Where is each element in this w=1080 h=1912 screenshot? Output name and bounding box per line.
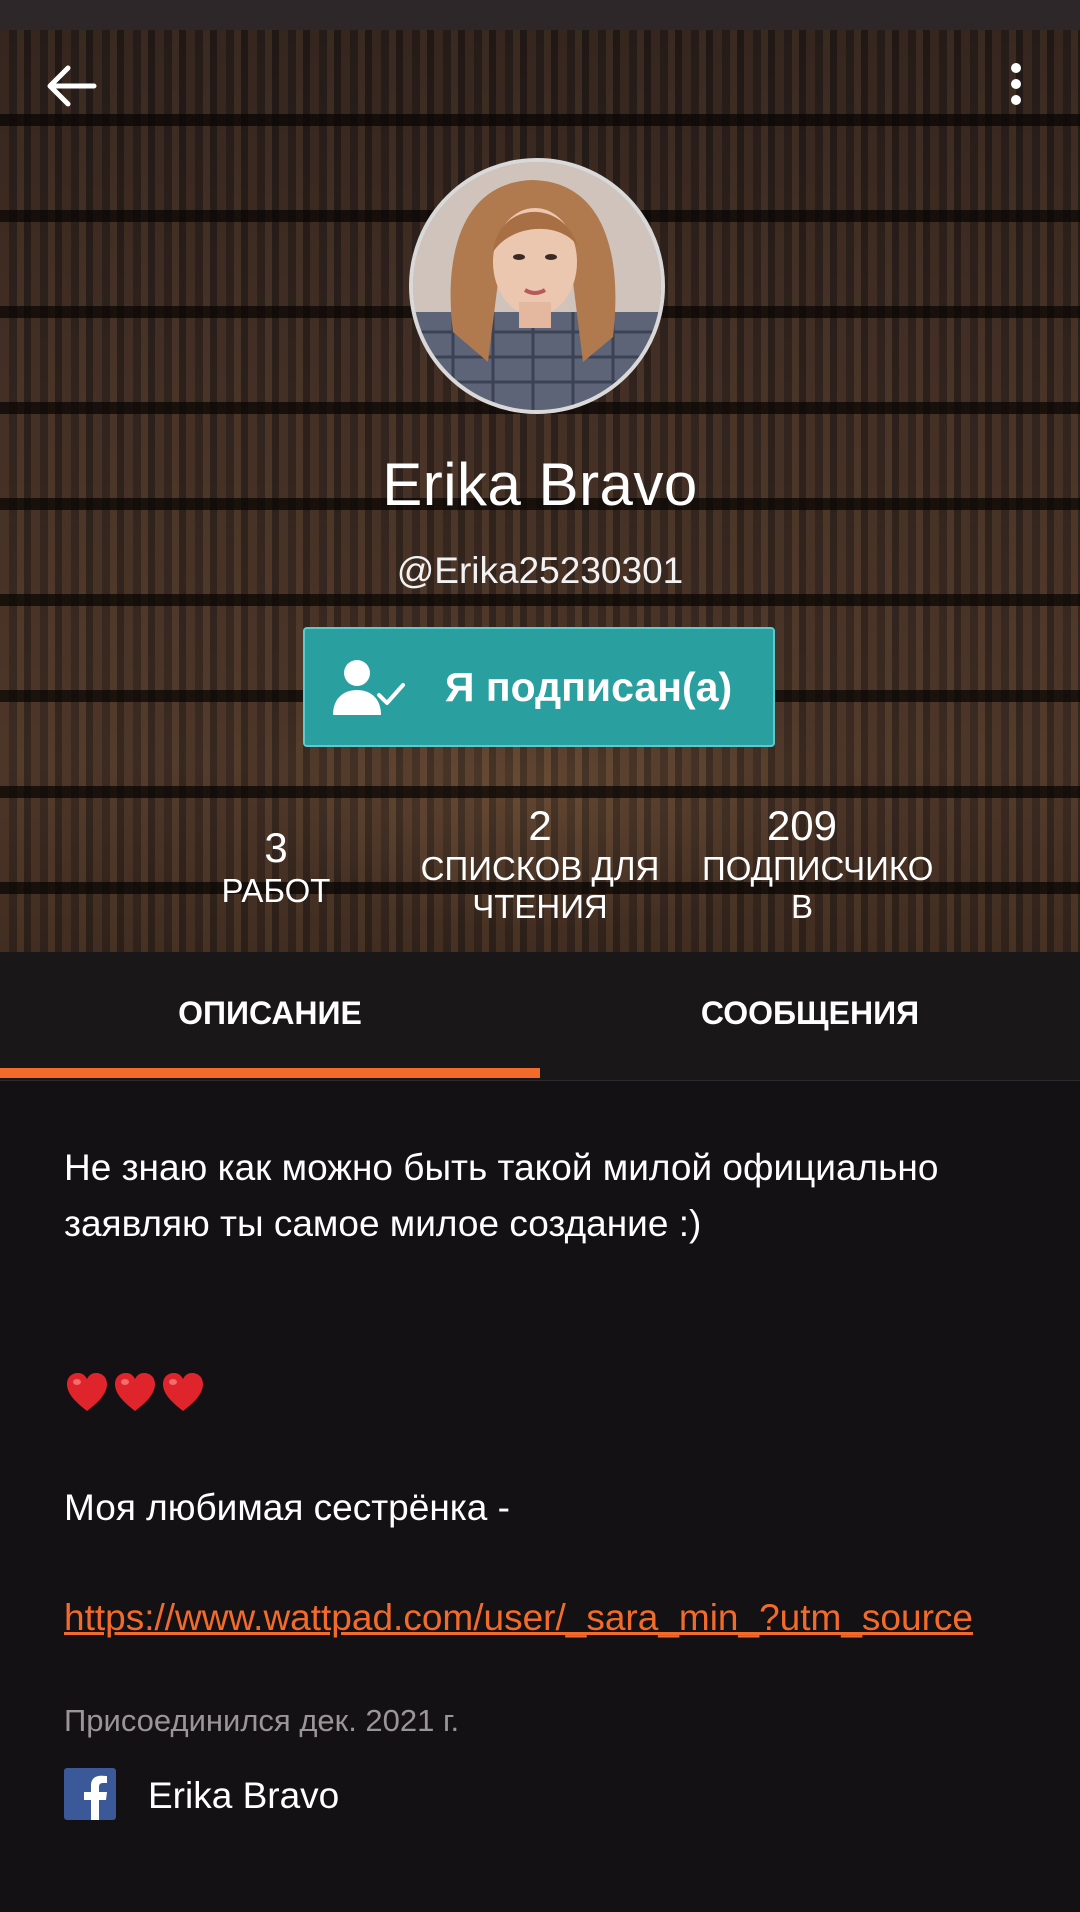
stat-label: ПОДПИСЧИКО В [702, 850, 934, 925]
user-check-icon [333, 660, 405, 715]
stat-value: 209 [766, 802, 838, 849]
stat-label: РАБОТ [221, 872, 331, 909]
profile-description: Не знаю как можно быть такой милой офици… [64, 1147, 939, 1244]
heart-icon [67, 1373, 107, 1411]
sister-text: Моя любимая сестрёнка - [64, 1487, 510, 1528]
stat-followers[interactable]: 209 ПОДПИСЧИКО В [682, 802, 934, 926]
stat-value: 2 [528, 802, 552, 849]
stat-works[interactable]: 3 РАБОТ [156, 802, 396, 910]
about-section: Не знаю как можно быть такой милой офици… [64, 1140, 1024, 1252]
back-button[interactable] [32, 46, 112, 126]
tab-messages[interactable]: СООБЩЕНИЯ [540, 952, 1080, 1074]
active-tab-indicator [0, 1068, 540, 1078]
status-bar [0, 0, 1080, 30]
stat-label: СПИСКОВ ДЛЯ ЧТЕНИЯ [420, 850, 660, 925]
stat-reading-lists[interactable]: 2 СПИСКОВ ДЛЯ ЧТЕНИЯ [420, 802, 660, 926]
more-options-button[interactable] [978, 46, 1058, 126]
arrow-left-icon [47, 65, 97, 107]
facebook-icon[interactable] [64, 1768, 116, 1820]
tab-description[interactable]: ОПИСАНИЕ [0, 952, 540, 1074]
more-vertical-icon [1011, 63, 1021, 105]
avatar[interactable] [409, 158, 665, 414]
joined-date: Присоединился дек. 2021 г. [64, 1703, 460, 1738]
following-button-label: Я подписан(а) [445, 664, 733, 710]
profile-handle: @Erika25230301 [396, 550, 684, 591]
profile-header: Erika Bravo @Erika25230301 Я подписан(а)… [0, 30, 1080, 952]
stat-value: 3 [264, 824, 288, 871]
heart-icon [163, 1373, 203, 1411]
avatar-photo [413, 162, 661, 410]
profile-tabs: ОПИСАНИЕ СООБЩЕНИЯ [0, 952, 1080, 1081]
hearts-emoji [64, 1370, 206, 1420]
profile-link[interactable]: https://www.wattpad.com/user/_sara_min_?… [64, 1590, 1024, 1646]
heart-icon [115, 1373, 155, 1411]
facebook-name[interactable]: Erika Bravo [148, 1770, 339, 1822]
profile-name: Erika Bravo [382, 451, 698, 518]
following-button[interactable]: Я подписан(а) [303, 627, 775, 747]
